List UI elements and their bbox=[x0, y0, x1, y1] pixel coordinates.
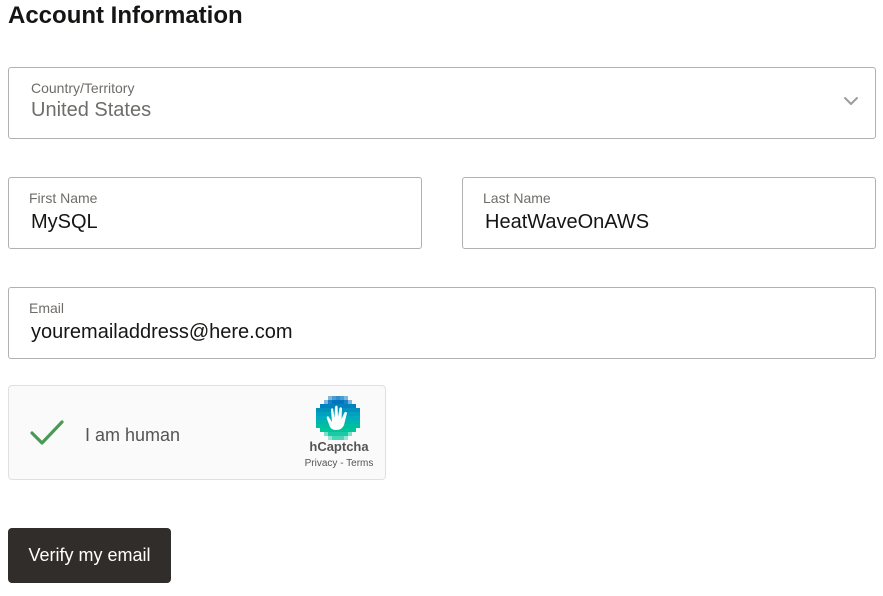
last-name-field[interactable]: Last Name bbox=[462, 177, 876, 249]
captcha-label: I am human bbox=[85, 425, 181, 445]
first-name-field[interactable]: First Name bbox=[8, 177, 422, 249]
chevron-down-icon[interactable] bbox=[841, 91, 861, 111]
checkmark-icon[interactable] bbox=[29, 418, 65, 448]
last-name-label: Last Name bbox=[483, 190, 551, 206]
first-name-input[interactable] bbox=[31, 209, 383, 235]
terms-link[interactable]: Terms bbox=[346, 458, 373, 469]
country-value: United States bbox=[31, 99, 152, 121]
country-select[interactable]: Country/Territory United States bbox=[8, 67, 876, 139]
country-label: Country/Territory bbox=[31, 80, 135, 96]
email-label: Email bbox=[29, 300, 65, 316]
email-field[interactable]: Email bbox=[8, 287, 876, 359]
captcha-legal: Privacy - Terms bbox=[289, 458, 389, 470]
legal-separator: - bbox=[337, 458, 347, 469]
page-title: Account Information bbox=[8, 2, 243, 29]
hcaptcha-brand: hCaptcha bbox=[309, 439, 369, 454]
first-name-label: First Name bbox=[29, 190, 98, 206]
privacy-link[interactable]: Privacy bbox=[305, 458, 338, 469]
hcaptcha-logo-icon bbox=[316, 396, 360, 440]
email-input[interactable] bbox=[31, 319, 837, 345]
verify-email-button[interactable]: Verify my email bbox=[8, 528, 171, 583]
hcaptcha-widget: I am human hCaptcha Privacy - Terms bbox=[8, 385, 386, 480]
last-name-input[interactable] bbox=[485, 209, 837, 235]
